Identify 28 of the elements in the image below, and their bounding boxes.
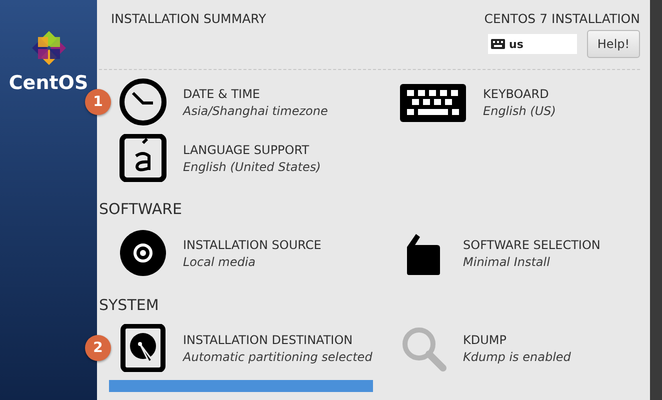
spoke-status: English (US)	[483, 104, 556, 118]
keyboard-layout-field[interactable]: us	[488, 34, 577, 54]
step-badge: 1	[85, 89, 111, 115]
page-title: INSTALLATION SUMMARY	[111, 11, 266, 28]
spoke-title[interactable]: INSTALLATION DESTINATION	[183, 332, 372, 346]
step-badge: 2	[85, 335, 111, 361]
spoke-status: English (United States)	[183, 160, 321, 174]
spoke-status: Automatic partitioning selected	[183, 350, 372, 364]
spoke-status: Minimal Install	[463, 254, 551, 268]
section-heading: SYSTEM	[99, 295, 160, 316]
spoke-status: Kdump is enabled	[463, 350, 571, 364]
spoke-title[interactable]: LANGUAGE SUPPORT	[183, 142, 321, 156]
spoke-title[interactable]: INSTALLATION SOURCE	[183, 238, 322, 252]
spoke-status: Asia/Shanghai timezone	[183, 104, 328, 118]
clock-icon	[119, 78, 167, 126]
spoke-status: Local media	[183, 254, 257, 268]
selected-spoke[interactable]	[109, 380, 373, 392]
spoke-title[interactable]: DATE & TIME	[183, 86, 328, 100]
spoke-title[interactable]: KEYBOARD	[483, 86, 556, 100]
language-icon	[119, 134, 167, 182]
product-name: CENTOS 7 INSTALLATION	[484, 11, 640, 26]
keyboard-layout-value: us	[509, 38, 524, 50]
keyboard-icon	[491, 39, 505, 49]
spoke-title[interactable]: SOFTWARE SELECTION	[463, 238, 600, 252]
spoke-title[interactable]: KDUMP	[463, 332, 571, 346]
help-button[interactable]: Help!	[587, 30, 640, 58]
disc-icon	[119, 229, 167, 277]
section-heading: SOFTWARE	[99, 199, 184, 220]
